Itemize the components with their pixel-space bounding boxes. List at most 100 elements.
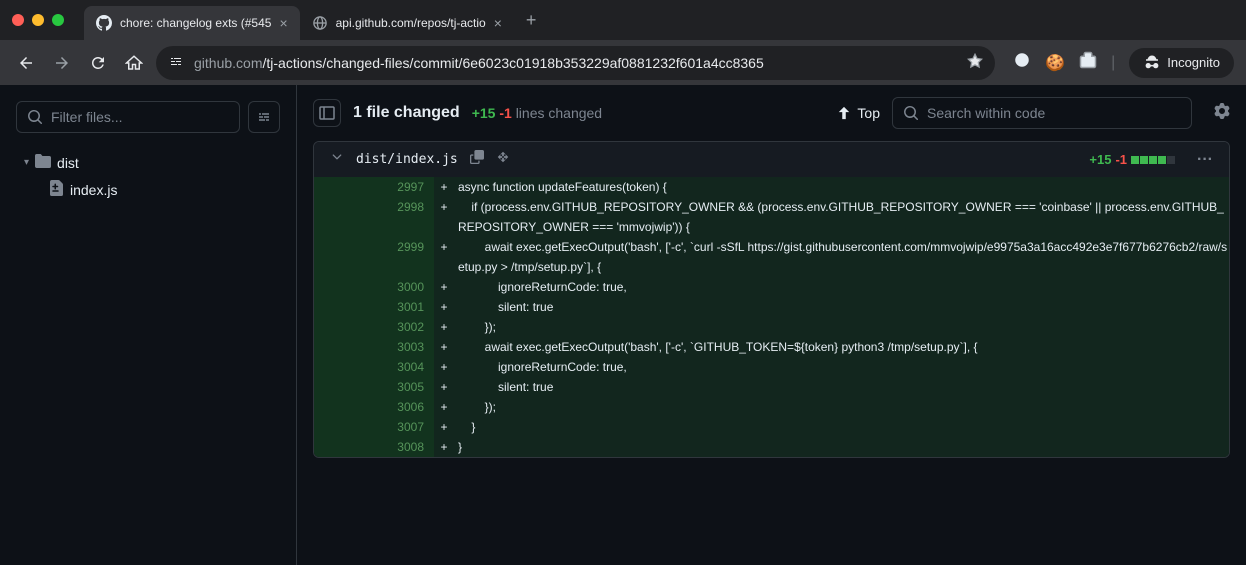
diff-line[interactable]: 3000+ ignoreReturnCode: true,: [314, 277, 1229, 297]
tree-folder[interactable]: ▾ dist: [16, 149, 280, 176]
line-number: 2997: [374, 177, 434, 197]
line-number-old: [314, 337, 374, 357]
incognito-badge[interactable]: Incognito: [1129, 48, 1234, 78]
tab-title: chore: changelog exts (#545: [120, 16, 271, 30]
close-window-button[interactable]: [12, 14, 24, 26]
site-settings-icon[interactable]: [168, 53, 184, 72]
diff-line[interactable]: 3005+ silent: true: [314, 377, 1229, 397]
address-bar[interactable]: github.com/tj-actions/changed-files/comm…: [156, 46, 995, 80]
back-button[interactable]: [12, 49, 40, 77]
arrow-up-icon: [837, 106, 851, 120]
diff-line[interactable]: 2999+ await exec.getExecOutput('bash', […: [314, 237, 1229, 277]
settings-button[interactable]: [1214, 103, 1230, 124]
tab-bar: chore: changelog exts (#545 × api.github…: [0, 0, 1246, 40]
diff-marker: +: [434, 197, 454, 237]
new-tab-button[interactable]: +: [526, 10, 537, 31]
diff-line[interactable]: 2998+ if (process.env.GITHUB_REPOSITORY_…: [314, 197, 1229, 237]
tab-title: api.github.com/repos/tj-actio: [336, 16, 486, 30]
diff-marker: +: [434, 297, 454, 317]
line-number: 3004: [374, 357, 434, 377]
diff-marker: +: [434, 437, 454, 457]
diff-line[interactable]: 3003+ await exec.getExecOutput('bash', […: [314, 337, 1229, 357]
extension-icon[interactable]: [1013, 51, 1031, 74]
filter-settings-button[interactable]: [248, 101, 280, 133]
diff-marker: +: [434, 357, 454, 377]
tree-file[interactable]: index.js: [16, 176, 280, 203]
diff-line[interactable]: 3002+ });: [314, 317, 1229, 337]
diff-header: 1 file changed +15 -1 lines changed Top …: [297, 85, 1246, 141]
expand-all-button[interactable]: [496, 150, 510, 169]
copy-path-button[interactable]: [470, 150, 484, 169]
nav-right: 🍪 | Incognito: [1013, 48, 1234, 78]
diff-line[interactable]: 3001+ silent: true: [314, 297, 1229, 317]
lines-changed-stats: +15 -1 lines changed: [472, 105, 602, 121]
line-number-old: [314, 397, 374, 417]
diff-blocks: [1131, 156, 1175, 164]
home-button[interactable]: [120, 49, 148, 77]
diff-marker: +: [434, 237, 454, 277]
diff-code: async function updateFeatures(token) {: [454, 177, 1229, 197]
diff-marker: +: [434, 417, 454, 437]
browser-chrome: chore: changelog exts (#545 × api.github…: [0, 0, 1246, 85]
search-icon: [27, 109, 43, 125]
diff-code: await exec.getExecOutput('bash', ['-c', …: [454, 237, 1229, 277]
forward-button[interactable]: [48, 49, 76, 77]
diff-marker: +: [434, 317, 454, 337]
diff-code: silent: true: [454, 377, 1229, 397]
diff-content: 2997+async function updateFeatures(token…: [314, 177, 1229, 457]
line-number: 3008: [374, 437, 434, 457]
tab-close-icon[interactable]: ×: [494, 15, 502, 31]
file-name: index.js: [70, 182, 117, 198]
minimize-window-button[interactable]: [32, 14, 44, 26]
extension-icon-2[interactable]: 🍪: [1045, 53, 1065, 73]
folder-icon: [35, 153, 51, 172]
search-icon: [903, 105, 919, 121]
diff-line[interactable]: 3007+ }: [314, 417, 1229, 437]
tab-close-icon[interactable]: ×: [279, 15, 287, 31]
diff-line[interactable]: 3004+ ignoreReturnCode: true,: [314, 357, 1229, 377]
file-diff-stats: +15 -1: [1089, 152, 1175, 167]
line-number: 3001: [374, 297, 434, 317]
more-options-button[interactable]: ···: [1197, 151, 1213, 169]
bookmark-icon[interactable]: [967, 53, 983, 72]
line-number-old: [314, 357, 374, 377]
line-number: 2998: [374, 197, 434, 237]
browser-tab-active[interactable]: chore: changelog exts (#545 ×: [84, 6, 300, 40]
maximize-window-button[interactable]: [52, 14, 64, 26]
diff-code: ignoreReturnCode: true,: [454, 277, 1229, 297]
line-number: 3005: [374, 377, 434, 397]
url: github.com/tj-actions/changed-files/comm…: [194, 55, 764, 71]
line-number-old: [314, 417, 374, 437]
diff-code: if (process.env.GITHUB_REPOSITORY_OWNER …: [454, 197, 1229, 237]
reload-button[interactable]: [84, 49, 112, 77]
file-tree: ▾ dist index.js: [16, 149, 280, 203]
diff-line[interactable]: 2997+async function updateFeatures(token…: [314, 177, 1229, 197]
diff-marker: +: [434, 397, 454, 417]
line-number-old: [314, 297, 374, 317]
search-code-input[interactable]: Search within code: [892, 97, 1192, 129]
main-panel: 1 file changed +15 -1 lines changed Top …: [297, 85, 1246, 565]
line-number-old: [314, 317, 374, 337]
filter-files-input[interactable]: Filter files...: [16, 101, 240, 133]
nav-bar: github.com/tj-actions/changed-files/comm…: [0, 40, 1246, 85]
line-number: 2999: [374, 237, 434, 277]
browser-tab[interactable]: api.github.com/repos/tj-actio ×: [300, 6, 514, 40]
diff-code: });: [454, 317, 1229, 337]
diff-line[interactable]: 3006+ });: [314, 397, 1229, 417]
line-number-old: [314, 437, 374, 457]
scroll-top-link[interactable]: Top: [837, 105, 880, 121]
github-icon: [96, 15, 112, 31]
diff-marker: +: [434, 337, 454, 357]
diff-code: }: [454, 437, 1229, 457]
diff-code: });: [454, 397, 1229, 417]
collapse-file-button[interactable]: [330, 150, 344, 169]
diff-marker: +: [434, 177, 454, 197]
page-content: Filter files... ▾ dist index.js: [0, 85, 1246, 565]
extensions-icon[interactable]: [1079, 51, 1097, 74]
file-path[interactable]: dist/index.js: [356, 152, 458, 167]
diff-line[interactable]: 3008+}: [314, 437, 1229, 457]
diff-marker: +: [434, 377, 454, 397]
chevron-down-icon: ▾: [24, 157, 29, 168]
toggle-sidebar-button[interactable]: [313, 99, 341, 127]
diff-code: }: [454, 417, 1229, 437]
